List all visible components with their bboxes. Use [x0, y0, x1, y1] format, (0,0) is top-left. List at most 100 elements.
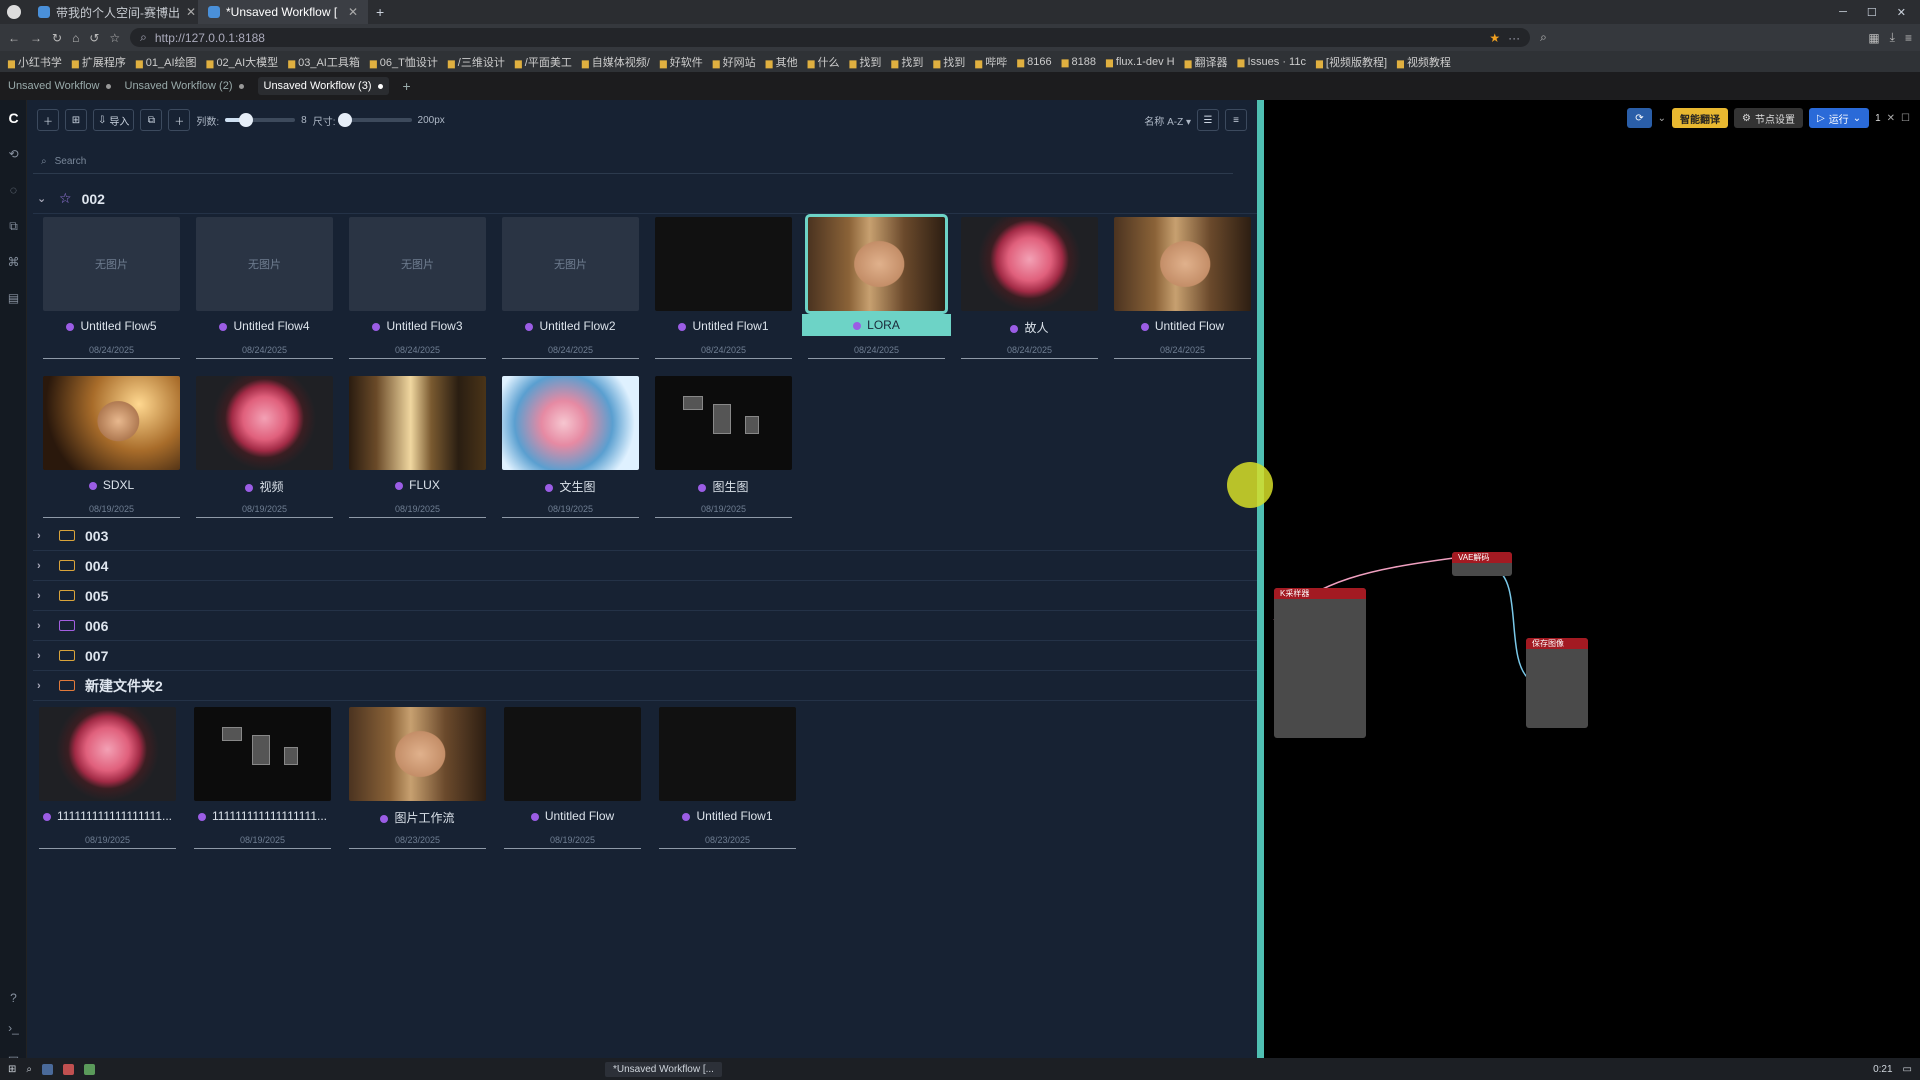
- workflow-card[interactable]: 111111111111111111... 08/19/2025: [33, 707, 182, 852]
- node-library-icon[interactable]: ⧉: [0, 208, 27, 244]
- history-icon[interactable]: ⟲: [0, 136, 27, 172]
- download-icon[interactable]: ⤓: [1890, 30, 1895, 45]
- bookmark-item[interactable]: 找到: [850, 54, 881, 70]
- add-button[interactable]: ＋: [168, 109, 191, 131]
- workflow-card[interactable]: 图片工作流 08/23/2025: [343, 707, 492, 852]
- bookmark-item[interactable]: 其他: [766, 54, 798, 70]
- search-icon[interactable]: ⌕: [26, 1064, 32, 1075]
- bookmark-item[interactable]: 视频教程: [1397, 54, 1451, 70]
- bookmark-item[interactable]: 8188: [1062, 56, 1096, 68]
- workflow-card[interactable]: Untitled Flow 08/24/2025: [1108, 217, 1257, 362]
- browser-tab-2[interactable]: *Unsaved Workflow [✕: [198, 0, 368, 24]
- folder-6-header[interactable]: › 新建文件夹2: [33, 671, 1257, 701]
- bookmark-item[interactable]: 01_AI绘图: [136, 54, 197, 70]
- ksampler-node[interactable]: K采样器: [1274, 588, 1366, 738]
- undo-icon[interactable]: ↺: [89, 31, 99, 45]
- search-icon[interactable]: ⌕: [1540, 30, 1547, 45]
- bookmark-item[interactable]: 好软件: [660, 54, 703, 70]
- close-icon[interactable]: ✕: [348, 5, 358, 19]
- workflow-card[interactable]: Untitled Flow1 08/24/2025: [649, 217, 798, 362]
- extensions-icon[interactable]: ▦: [1868, 31, 1879, 45]
- panel-resize-handle[interactable]: [1257, 100, 1264, 1058]
- group-002-header[interactable]: ⌄ ☆ 002: [33, 184, 1257, 214]
- bookmark-item[interactable]: 扩展程序: [72, 54, 126, 70]
- workflow-card[interactable]: 无图片 Untitled Flow5 08/24/2025: [37, 217, 186, 362]
- folder-4-header[interactable]: › 006: [33, 611, 1257, 641]
- workflow-card[interactable]: LORA 08/24/2025: [802, 214, 951, 362]
- bookmark-item[interactable]: 03_AI工具箱: [288, 54, 360, 70]
- bookmark-item[interactable]: 02_AI大模型: [207, 54, 278, 70]
- url-field[interactable]: ⌕ http://127.0.0.1:8188 ★ ···: [130, 28, 1531, 47]
- close-icon[interactable]: ✕: [186, 5, 196, 19]
- workflow-card[interactable]: SDXL 08/19/2025: [37, 376, 186, 521]
- home-icon[interactable]: ⌂: [72, 31, 79, 45]
- back-icon[interactable]: ←: [8, 31, 20, 45]
- workflow-card[interactable]: 无图片 Untitled Flow2 08/24/2025: [496, 217, 645, 362]
- new-workflow-button[interactable]: ＋: [37, 109, 59, 131]
- bookmark-item[interactable]: 好网站: [713, 54, 756, 70]
- menu-button[interactable]: ≡: [1225, 109, 1247, 131]
- workflow-card[interactable]: 无图片 Untitled Flow4 08/24/2025: [190, 217, 339, 362]
- bookmark-item[interactable]: Issues · 11c: [1238, 56, 1306, 68]
- workflow-card[interactable]: Untitled Flow1 08/23/2025: [653, 707, 802, 852]
- app-icon[interactable]: [63, 1063, 74, 1075]
- comfy-logo-icon[interactable]: C: [0, 100, 27, 136]
- workflow-card[interactable]: 文生图 08/19/2025: [496, 376, 645, 521]
- add-tab-icon[interactable]: +: [403, 78, 411, 94]
- models-icon[interactable]: ⌘: [0, 244, 27, 280]
- workflow-card[interactable]: 故人 08/24/2025: [955, 217, 1104, 362]
- graph-canvas[interactable]: ⟳ ⌄ 智能翻译 ⚙ 节点设置 ▷ 运行 ⌄ 1 ✕ ☐ K采样器 VAE解码 保存图…: [1264, 100, 1920, 1058]
- queue-icon[interactable]: ◌: [0, 172, 27, 208]
- forward-icon[interactable]: →: [30, 31, 42, 45]
- app-icon[interactable]: [42, 1063, 53, 1075]
- list-view-button[interactable]: ☰: [1197, 109, 1219, 131]
- bookmark-item[interactable]: /平面美工: [515, 54, 572, 70]
- folder-5-header[interactable]: › 007: [33, 641, 1257, 671]
- workflow-card[interactable]: Untitled Flow 08/19/2025: [498, 707, 647, 852]
- workflows-icon[interactable]: ▤: [0, 280, 27, 316]
- more-icon[interactable]: ···: [1508, 31, 1520, 45]
- star-icon[interactable]: ☆: [109, 31, 120, 45]
- workflow-card[interactable]: 图生图 08/19/2025: [649, 376, 798, 521]
- bookmark-item[interactable]: 06_T恤设计: [370, 54, 438, 70]
- start-icon[interactable]: ⊞: [8, 1064, 16, 1075]
- vae-decode-node[interactable]: VAE解码: [1452, 552, 1512, 576]
- folder-1-header[interactable]: › 003: [33, 521, 1257, 551]
- tab-workflow-3[interactable]: Unsaved Workflow (3): [257, 77, 389, 95]
- save-image-node[interactable]: 保存图像: [1526, 638, 1588, 728]
- tab-workflow-2[interactable]: Unsaved Workflow (2): [125, 80, 244, 92]
- bookmark-item[interactable]: flux.1-dev H: [1106, 56, 1175, 68]
- new-tab-icon[interactable]: +: [368, 4, 392, 20]
- folder-3-header[interactable]: › 005: [33, 581, 1257, 611]
- size-slider-knob[interactable]: [338, 113, 353, 127]
- maximize-icon[interactable]: ☐: [1867, 6, 1877, 19]
- close-icon[interactable]: ✕: [1897, 6, 1906, 19]
- reload-icon[interactable]: ↻: [52, 31, 62, 45]
- bookmark-item[interactable]: 什么: [808, 54, 840, 70]
- bookmark-item[interactable]: 8166: [1017, 56, 1051, 68]
- copy-button[interactable]: ⧉: [140, 109, 163, 131]
- bookmark-item[interactable]: 找到: [933, 54, 965, 70]
- workflow-card[interactable]: FLUX 08/19/2025: [343, 376, 492, 521]
- notifications-icon[interactable]: ▭: [1903, 1064, 1912, 1075]
- search-input[interactable]: Search: [55, 156, 87, 167]
- folder-2-header[interactable]: › 004: [33, 551, 1257, 581]
- menu-icon[interactable]: ≡: [1905, 31, 1912, 45]
- bookmark-item[interactable]: [视频版教程]: [1316, 54, 1387, 70]
- tab-workflow-1[interactable]: Unsaved Workflow: [8, 80, 111, 92]
- workflow-card[interactable]: 视频 08/19/2025: [190, 376, 339, 521]
- active-window-button[interactable]: *Unsaved Workflow [...: [605, 1061, 722, 1077]
- bookmark-item[interactable]: 找到: [891, 54, 923, 70]
- bookmark-item[interactable]: 翻译器: [1185, 54, 1228, 70]
- app-icon[interactable]: [84, 1063, 95, 1075]
- new-folder-button[interactable]: ⊞: [65, 109, 87, 131]
- bookmark-star-icon[interactable]: ★: [1489, 31, 1500, 45]
- browser-tab-1[interactable]: 带我的个人空间-赛博出 ✕: [28, 0, 198, 24]
- sort-select[interactable]: 名称 A-Z ▾: [1144, 113, 1191, 128]
- minimize-icon[interactable]: ─: [1839, 6, 1847, 19]
- size-slider[interactable]: [338, 113, 412, 127]
- bookmark-item[interactable]: /三维设计: [448, 54, 505, 70]
- bookmark-item[interactable]: 哔哔: [975, 54, 1007, 70]
- workflow-card[interactable]: 无图片 Untitled Flow3 08/24/2025: [343, 217, 492, 362]
- cols-slider-knob[interactable]: [239, 113, 254, 127]
